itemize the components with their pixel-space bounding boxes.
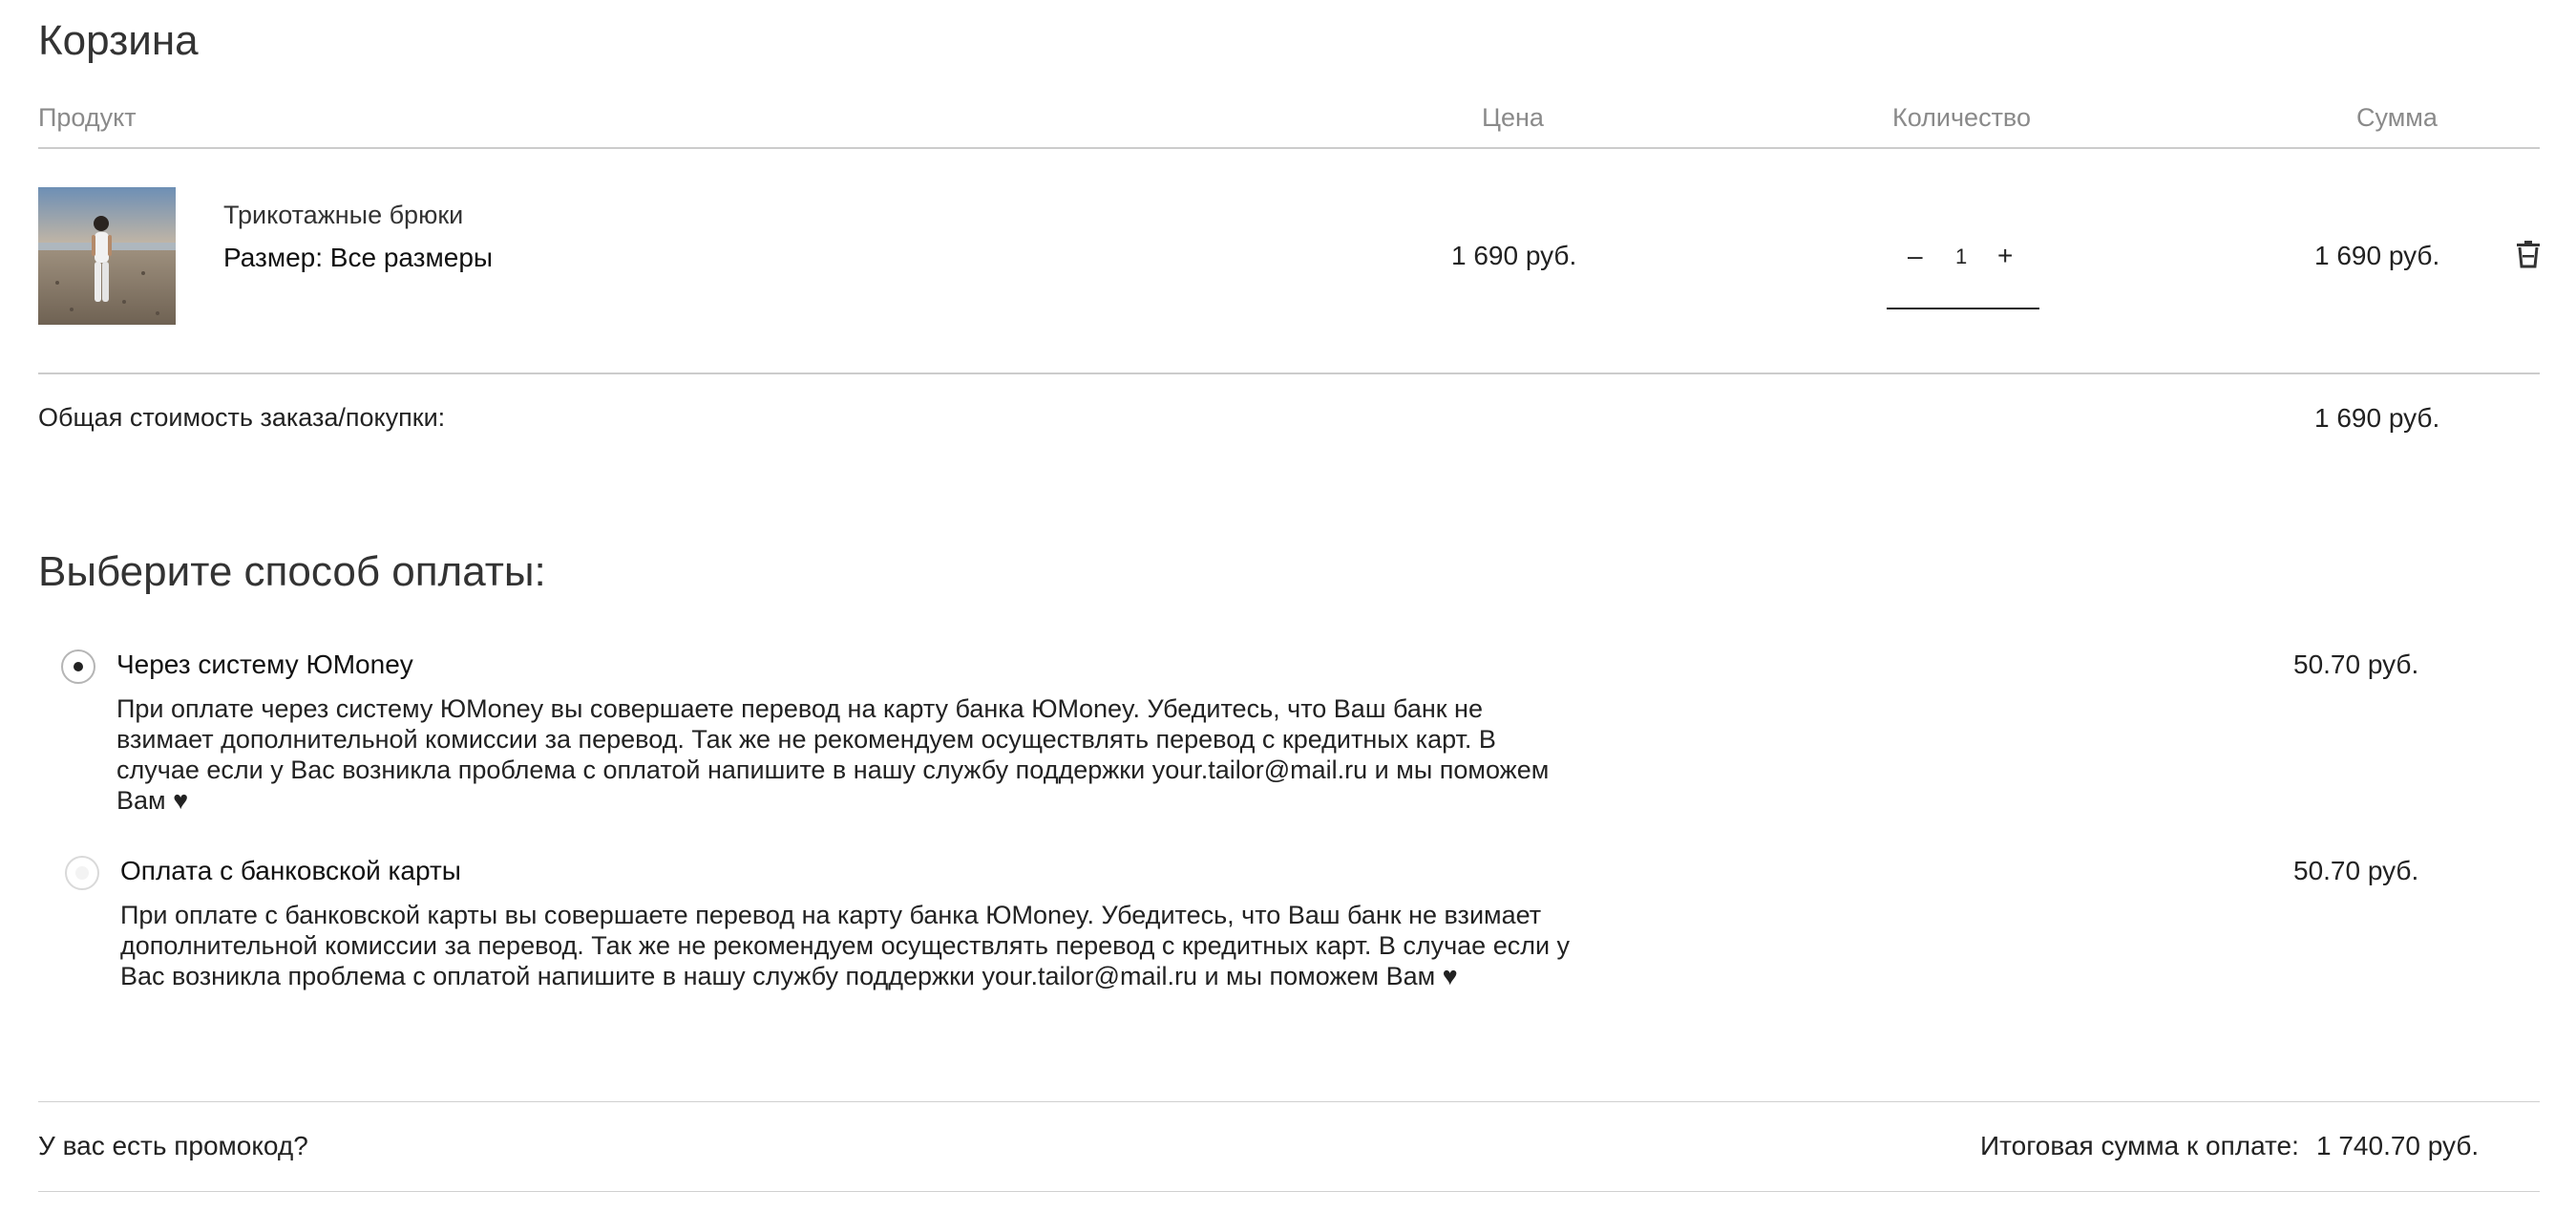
column-header-quantity: Количество	[1892, 103, 2031, 132]
checkout-page: Корзина Продукт Цена Количество Сумма Тр…	[38, 0, 2540, 1213]
payment-option-fee: 50.70 руб.	[2293, 856, 2419, 885]
item-divider	[38, 372, 2540, 374]
product-size: Размер: Все размеры	[223, 243, 493, 273]
product-size-label: Размер:	[223, 243, 324, 272]
cart-title: Корзина	[38, 17, 199, 64]
payment-option-label[interactable]: Через систему ЮMoney	[116, 649, 413, 680]
grand-total-label: Итоговая сумма к оплате:	[1980, 1131, 2299, 1160]
quantity-value: 1	[1955, 245, 1968, 268]
promo-code-link[interactable]: У вас есть промокод?	[38, 1131, 308, 1161]
column-header-price: Цена	[1482, 103, 1544, 132]
payment-option-fee: 50.70 руб.	[2293, 649, 2419, 679]
product-price: 1 690 руб.	[1451, 241, 1577, 270]
quantity-increase-button[interactable]: +	[1997, 241, 2013, 271]
order-total-label: Общая стоимость заказа/покупки:	[38, 403, 446, 432]
trash-icon[interactable]	[2513, 239, 2544, 269]
footer-top-divider	[38, 1101, 2540, 1102]
header-divider	[38, 147, 2540, 149]
product-size-value: Все размеры	[329, 243, 494, 272]
radio-unchecked-icon[interactable]	[65, 856, 99, 890]
product-image[interactable]	[38, 187, 176, 325]
product-photo	[38, 187, 176, 325]
radio-checked-icon[interactable]	[61, 649, 95, 684]
column-header-product: Продукт	[38, 103, 137, 132]
payment-method-title: Выберите способ оплаты:	[38, 548, 546, 595]
payment-option-description: При оплате через систему ЮMoney вы совер…	[116, 694, 1550, 815]
order-total-value: 1 690 руб.	[2314, 403, 2440, 433]
payment-option-label[interactable]: Оплата с банковской карты	[120, 856, 461, 886]
grand-total-value: 1 740.70 руб.	[2316, 1131, 2480, 1160]
product-name[interactable]: Трикотажные брюки	[223, 201, 463, 230]
column-header-sum: Сумма	[2356, 103, 2438, 132]
quantity-stepper: – 1 +	[1887, 227, 2039, 309]
product-sum: 1 690 руб.	[2314, 241, 2440, 270]
footer-bottom-divider	[38, 1191, 2540, 1192]
payment-option-description: При оплате с банковской карты вы соверша…	[120, 901, 1571, 990]
quantity-decrease-button[interactable]: –	[1908, 241, 1923, 271]
